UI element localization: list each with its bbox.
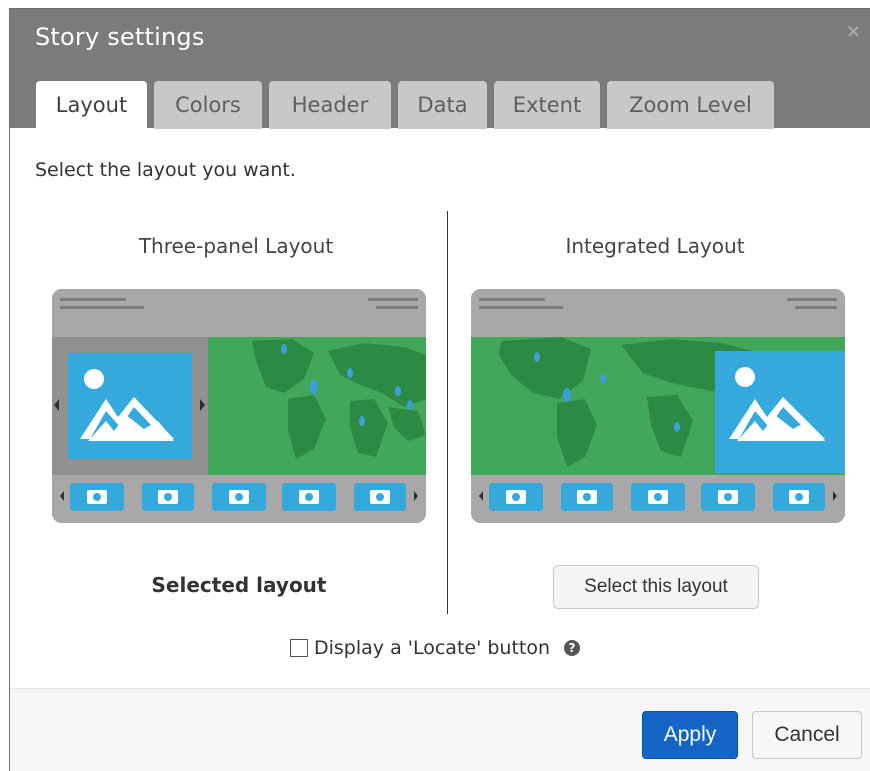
help-icon[interactable]: ?	[564, 640, 581, 656]
layout-instruction: Select the layout you want.	[35, 159, 296, 181]
apply-button[interactable]: Apply	[642, 711, 738, 759]
selected-layout-label: Selected layout	[151, 573, 327, 597]
three-panel-layout-illustration	[52, 289, 426, 523]
three-panel-layout-title: Three-panel Layout	[138, 234, 334, 258]
locate-checkbox[interactable]	[290, 639, 308, 657]
tab-layout[interactable]: Layout	[36, 81, 147, 129]
layout-divider	[447, 211, 448, 614]
integrated-layout-illustration	[471, 289, 845, 523]
cancel-button[interactable]: Cancel	[752, 711, 862, 759]
dialog-header: Story settings × Layout Colors Header Da…	[10, 9, 870, 129]
dialog-footer	[10, 688, 870, 771]
integrated-layout-preview[interactable]	[471, 289, 845, 523]
tab-extent[interactable]: Extent	[494, 81, 600, 129]
integrated-layout-title: Integrated Layout	[565, 234, 745, 258]
tab-data[interactable]: Data	[398, 81, 487, 129]
dialog-title: Story settings	[35, 23, 205, 51]
tab-colors[interactable]: Colors	[154, 81, 262, 129]
tab-zoom-level[interactable]: Zoom Level	[607, 81, 774, 129]
locate-label[interactable]: Display a 'Locate' button	[314, 637, 550, 659]
select-integrated-layout-button[interactable]: Select this layout	[553, 565, 759, 609]
story-settings-dialog: Story settings × Layout Colors Header Da…	[9, 8, 870, 771]
close-icon[interactable]: ×	[846, 21, 861, 42]
locate-option: Display a 'Locate' button ?	[290, 637, 581, 659]
tab-header[interactable]: Header	[269, 81, 391, 129]
three-panel-layout-preview[interactable]	[52, 289, 426, 523]
